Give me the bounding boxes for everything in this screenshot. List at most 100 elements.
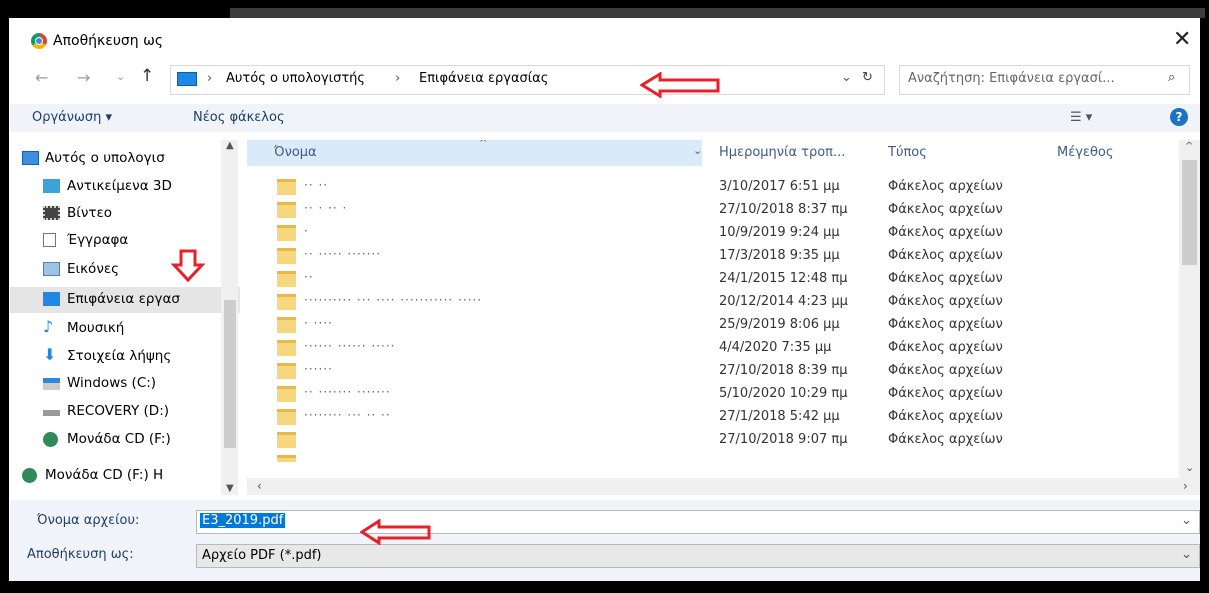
address-bar[interactable]: › Αυτός ο υπολογιστής › Επιφάνεια εργασί… xyxy=(170,65,885,95)
sidebar-scrollbar-thumb[interactable] xyxy=(224,300,236,448)
help-icon[interactable]: ? xyxy=(1170,108,1188,126)
table-row[interactable]: ······ ······ ····· 4/4/2020 7:35 μμ Φάκελ… xyxy=(247,337,1169,360)
film-icon xyxy=(43,206,60,220)
table-row[interactable]: ·· · ·· · 27/10/2018 8:37 πμ Φάκελος αρχεί… xyxy=(247,199,1169,222)
sidebar-item-music[interactable]: ♪ Μουσική xyxy=(10,316,240,342)
file-list: Όνομα ^ ⌄ Ημερομηνία τροπ... Τύπος Μέγεθ… xyxy=(247,140,1169,478)
table-row[interactable]: ········ ··· ·· ·· 27/1/2018 5:42 μμ Φάκελ… xyxy=(247,406,1169,429)
file-rows: ·· ·· 3/10/2017 6:51 μμ Φάκελος αρχείων ··… xyxy=(247,176,1169,478)
background-window-strip xyxy=(230,8,1205,18)
scroll-up-icon[interactable]: ^ xyxy=(1185,141,1193,152)
table-row[interactable]: ·· ······· ······· 5/10/2020 10:29 πμ Φάκε… xyxy=(247,383,1169,406)
savetype-dropdown-icon[interactable]: ⌄ xyxy=(1181,547,1192,562)
sidebar-item-pictures[interactable]: Εικόνες xyxy=(10,257,240,283)
folder-icon xyxy=(277,386,296,402)
table-row[interactable]: ·········· ··· ···· ··········· ····· 20/… xyxy=(247,291,1169,314)
table-row-partial[interactable] xyxy=(247,452,1169,462)
organize-button[interactable]: Οργάνωση ▾ xyxy=(32,110,112,125)
table-row[interactable]: · 10/9/2019 9:24 μμ Φάκελος αρχείων xyxy=(247,222,1169,245)
file-type: Φάκελος αρχείων xyxy=(888,340,1003,355)
savetype-select[interactable]: Αρχείο PDF (*.pdf) ⌄ xyxy=(196,544,1200,568)
table-row[interactable]: ·· ·· 3/10/2017 6:51 μμ Φάκελος αρχείων xyxy=(247,176,1169,199)
sidebar-item-label: Windows (C:) xyxy=(67,375,157,391)
table-row[interactable]: ·· ····· ······· 17/3/2018 9:35 μμ Φάκελος… xyxy=(247,245,1169,268)
sidebar-item-this-pc[interactable]: Αυτός ο υπολογισ xyxy=(10,146,240,172)
computer-icon xyxy=(22,151,39,165)
file-name: ······ xyxy=(304,362,333,376)
file-date: 3/10/2017 6:51 μμ xyxy=(719,179,840,194)
recent-chevron-icon[interactable]: ⌄ xyxy=(116,70,125,83)
filename-dropdown-icon[interactable]: ⌄ xyxy=(1181,513,1192,528)
document-icon xyxy=(43,233,56,247)
close-button[interactable]: ✕ xyxy=(1173,27,1191,52)
navigation-pane: Αυτός ο υπολογισ Αντικείμενα 3D Βίντεο Έ… xyxy=(10,140,240,495)
file-date: 17/3/2018 9:35 μμ xyxy=(719,248,840,263)
file-name: · xyxy=(304,224,309,238)
column-header-name[interactable]: Όνομα xyxy=(274,145,317,160)
table-row[interactable]: ·· 24/1/2015 12:48 πμ Φάκελος αρχείων xyxy=(247,268,1169,291)
file-name: ········ ··· ·· ·· xyxy=(304,408,391,422)
view-options-icon[interactable]: ☰ ▾ xyxy=(1070,110,1092,125)
scroll-down-icon[interactable]: ⌄ xyxy=(1185,461,1194,474)
folder-icon xyxy=(277,202,296,218)
red-left-arrow-annotation xyxy=(640,72,720,98)
forward-arrow-icon[interactable]: → xyxy=(77,68,90,87)
sidebar-item-label: Έγγραφα xyxy=(67,232,129,248)
file-name: ·· · ·· · xyxy=(304,201,348,215)
sidebar-item-documents[interactable]: Έγγραφα xyxy=(10,228,240,254)
file-type: Φάκελος αρχείων xyxy=(888,317,1003,332)
sidebar-item-3d-objects[interactable]: Αντικείμενα 3D xyxy=(10,174,240,200)
column-header-type[interactable]: Τύπος xyxy=(888,145,927,160)
file-name: ·· ····· ······· xyxy=(304,247,382,261)
red-down-arrow-annotation xyxy=(171,249,205,283)
folder-icon xyxy=(277,363,296,379)
sidebar-item-label: Στοιχεία λήψης xyxy=(67,348,172,364)
drive-icon xyxy=(43,410,60,416)
search-input[interactable]: Αναζήτηση: Επιφάνεια εργασί... ⌕ xyxy=(899,65,1190,95)
column-header-date[interactable]: Ημερομηνία τροπ... xyxy=(719,145,845,160)
sidebar-item-label: Επιφάνεια εργασ xyxy=(67,291,180,307)
sidebar-item-recovery-d[interactable]: RECOVERY (D:) xyxy=(10,399,240,425)
folder-icon xyxy=(277,294,296,310)
file-type: Φάκελος αρχείων xyxy=(888,409,1003,424)
file-date: 27/10/2018 8:39 πμ xyxy=(719,363,848,378)
table-row[interactable]: 27/10/2018 9:07 πμ Φάκελος αρχείων xyxy=(247,429,1169,452)
file-date: 27/10/2018 9:07 πμ xyxy=(719,432,848,447)
folder-icon xyxy=(277,248,296,264)
table-row[interactable]: · ···· 25/9/2019 8:06 μμ Φάκελος αρχείων xyxy=(247,314,1169,337)
desktop-icon xyxy=(43,292,60,306)
breadcrumb-desktop[interactable]: Επιφάνεια εργασίας xyxy=(419,71,548,86)
folder-icon xyxy=(277,225,296,241)
horizontal-scrollbar[interactable]: ‹ › xyxy=(247,478,1200,495)
file-list-scrollbar-thumb[interactable] xyxy=(1182,160,1197,265)
filename-input[interactable]: E3_2019.pdf ⌄ xyxy=(196,510,1200,534)
save-options-panel: Όνομα αρχείου: E3_2019.pdf ⌄ Αποθήκευση … xyxy=(10,500,1200,581)
sidebar-item-cd-f-2[interactable]: Μονάδα CD (F:) H xyxy=(10,463,240,489)
breadcrumb-separator-icon: › xyxy=(395,71,401,86)
filename-label: Όνομα αρχείου: xyxy=(37,513,140,528)
savetype-label: Αποθήκευση ως: xyxy=(27,547,134,562)
savetype-value: Αρχείο PDF (*.pdf) xyxy=(202,548,322,563)
sidebar-item-windows-c[interactable]: Windows (C:) xyxy=(10,371,240,397)
column-dropdown-icon[interactable]: ⌄ xyxy=(693,144,702,157)
scroll-up-icon[interactable]: ▲ xyxy=(226,140,234,151)
scroll-right-icon[interactable]: › xyxy=(1183,479,1188,493)
sidebar-item-desktop[interactable]: Επιφάνεια εργασ xyxy=(10,287,240,313)
sidebar-item-downloads[interactable]: ⬇ Στοιχεία λήψης xyxy=(10,344,240,370)
address-dropdown-icon[interactable]: ⌄ xyxy=(841,70,852,85)
new-folder-button[interactable]: Νέος φάκελος xyxy=(193,110,285,125)
column-header-size[interactable]: Μέγεθος xyxy=(1057,145,1114,160)
breadcrumb-computer[interactable]: Αυτός ο υπολογιστής xyxy=(226,71,365,86)
filename-value: E3_2019.pdf xyxy=(200,513,286,528)
sidebar-item-cd-f[interactable]: Μονάδα CD (F:) xyxy=(10,427,240,453)
up-arrow-icon[interactable]: ↑ xyxy=(140,66,154,86)
refresh-icon[interactable]: ↻ xyxy=(862,70,873,85)
back-arrow-icon[interactable]: ← xyxy=(35,68,48,87)
scroll-left-icon[interactable]: ‹ xyxy=(257,479,262,493)
scroll-down-icon[interactable]: ▼ xyxy=(226,483,234,494)
file-name: ·········· ··· ···· ··········· ····· xyxy=(304,293,483,307)
table-row[interactable]: ······ 27/10/2018 8:39 πμ Φάκελος αρχείων xyxy=(247,360,1169,383)
folder-icon xyxy=(277,179,296,195)
sidebar-item-videos[interactable]: Βίντεο xyxy=(10,201,240,227)
red-left-arrow-annotation xyxy=(360,519,431,545)
